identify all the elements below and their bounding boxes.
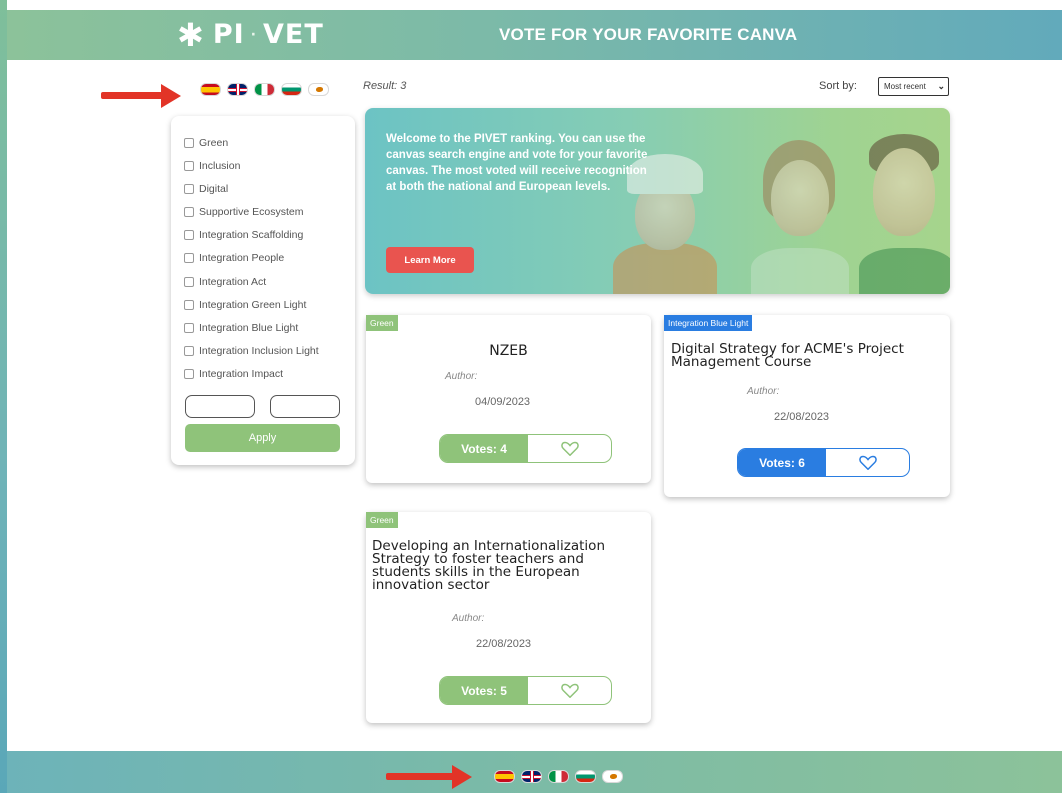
card-author: Author: [452,613,485,624]
filter-integration-inclusion-light[interactable]: Integration Inclusion Light [184,345,319,357]
card-date: 04/09/2023 [475,396,531,408]
flag-italy-icon[interactable] [254,83,275,96]
checkbox[interactable] [184,207,194,217]
left-decorative-strip [0,0,7,793]
vote-count: Votes: 6 [738,449,826,476]
checkbox[interactable] [184,253,194,263]
filter-integration-impact[interactable]: Integration Impact [184,368,283,380]
card-date: 22/08/2023 [774,411,830,423]
filter-label: Integration Scaffolding [199,229,304,241]
vote-control: Votes: 4 [439,434,612,463]
filter-integration-act[interactable]: Integration Act [184,276,266,288]
heart-icon [560,441,579,456]
flag-spain-icon[interactable] [200,83,221,96]
sort-selected-value: Most recent [884,82,926,91]
category-tag: Green [366,512,398,528]
filter-label: Integration Blue Light [199,322,299,334]
filter-label: Green [199,137,229,149]
filter-supportive-ecosystem[interactable]: Supportive Ecosystem [184,206,303,218]
logo-text-vet: VET [262,19,324,50]
sort-label: Sort by: [819,80,857,92]
vote-count: Votes: 4 [440,435,528,462]
welcome-banner: Welcome to the PIVET ranking. You can us… [365,108,950,294]
category-tag: Green [366,315,398,331]
red-arrow-icon-bottom [386,765,472,789]
language-selector-top [200,83,329,96]
like-button[interactable] [528,435,611,462]
filter-integration-people[interactable]: Integration People [184,252,284,264]
heart-icon [858,455,877,470]
checkbox[interactable] [184,277,194,287]
learn-more-button[interactable]: Learn More [386,247,474,273]
card-title-line: Management Course [671,354,812,370]
header-bar: ✱ PI ∙ VET VOTE FOR YOUR FAVORITE CANVA [7,10,1062,60]
flag-cyprus-icon[interactable] [308,83,329,96]
filter-label: Integration Act [199,276,267,288]
canva-card[interactable]: Integration Blue Light Digital Strategy … [664,315,950,497]
canva-card[interactable]: Green NZEB Author: 04/09/2023 Votes: 4 [366,315,651,483]
checkbox[interactable] [184,161,194,171]
logo-separator-icon: ∙ [250,26,257,43]
like-button[interactable] [528,677,611,704]
pivet-logo[interactable]: ✱ PI ∙ VET [177,15,324,54]
language-selector-bottom [494,770,623,783]
filter-integration-green-light[interactable]: Integration Green Light [184,299,306,311]
flag-uk-icon[interactable] [227,83,248,96]
card-title[interactable]: Developing an Internationalization Strat… [372,539,605,593]
checkbox[interactable] [184,346,194,356]
checkbox[interactable] [184,369,194,379]
flag-cyprus-icon[interactable] [602,770,623,783]
banner-welcome-text: Welcome to the PIVET ranking. You can us… [386,133,648,193]
page-title: VOTE FOR YOUR FAVORITE CANVA [499,25,798,44]
chevron-down-icon: ⌄ [937,81,945,91]
result-count: Result: 3 [363,80,407,92]
apply-button[interactable]: Apply [185,424,340,452]
heart-icon [560,683,579,698]
checkbox[interactable] [184,323,194,333]
filter-integration-blue-light[interactable]: Integration Blue Light [184,322,298,334]
sort-select[interactable]: Most recent ⌄ [878,77,949,96]
filter-green[interactable]: Green [184,137,228,149]
flag-spain-icon[interactable] [494,770,515,783]
canva-card[interactable]: Green Developing an Internationalization… [366,512,651,723]
flag-bulgaria-icon[interactable] [281,83,302,96]
filter-label: Inclusion [199,160,241,172]
checkbox[interactable] [184,138,194,148]
flag-bulgaria-icon[interactable] [575,770,596,783]
vote-control: Votes: 6 [737,448,910,477]
like-button[interactable] [826,449,909,476]
checkbox[interactable] [184,300,194,310]
card-title-line: innovation sector [372,577,490,593]
filter-label: Integration People [199,252,285,264]
card-date: 22/08/2023 [476,638,532,650]
red-arrow-icon-top [101,84,181,108]
card-title[interactable]: NZEB [366,344,651,358]
banner-person-image [745,138,855,294]
card-author: Author: [445,371,478,382]
banner-person-image [855,130,950,294]
flag-italy-icon[interactable] [548,770,569,783]
vote-control: Votes: 5 [439,676,612,705]
vote-count: Votes: 5 [440,677,528,704]
filter-label: Integration Impact [199,368,284,380]
filter-inclusion[interactable]: Inclusion [184,160,240,172]
asterisk-logo-icon: ✱ [177,15,205,54]
filter-label: Supportive Ecosystem [199,206,304,218]
card-title[interactable]: Digital Strategy for ACME's Project Mana… [671,342,904,370]
logo-text-pi: PI [212,19,245,50]
category-tag: Integration Blue Light [664,315,753,331]
filter-label: Integration Inclusion Light [199,345,319,357]
filter-label: Digital [199,183,229,195]
filter-label: Integration Green Light [199,299,307,311]
filter-digital[interactable]: Digital [184,183,228,195]
checkbox[interactable] [184,184,194,194]
card-author: Author: [747,386,780,397]
range-from-input[interactable] [185,395,255,418]
filter-panel: Green Inclusion Digital Supportive Ecosy… [171,116,355,465]
checkbox[interactable] [184,230,194,240]
filter-integration-scaffolding[interactable]: Integration Scaffolding [184,229,303,241]
range-to-input[interactable] [270,395,340,418]
flag-uk-icon[interactable] [521,770,542,783]
